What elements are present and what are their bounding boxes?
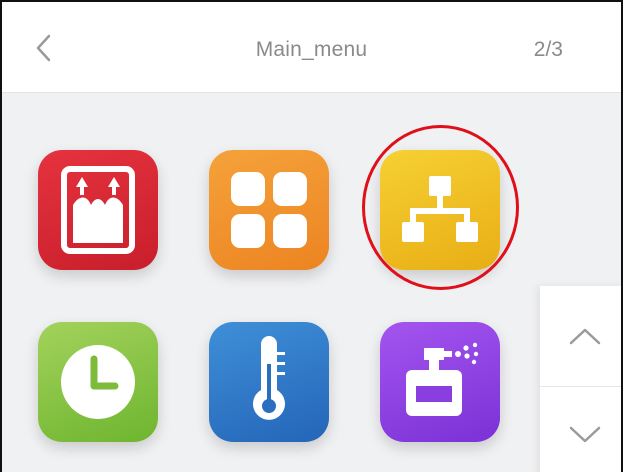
scroll-up-button[interactable] xyxy=(540,288,621,384)
scroll-panel xyxy=(540,286,621,472)
thermometer-icon xyxy=(253,336,285,420)
grid-app-tile[interactable] xyxy=(209,150,329,270)
elevator-app-tile[interactable] xyxy=(38,150,158,270)
page-title: Main_menu xyxy=(255,38,368,61)
network-app-tile[interactable] xyxy=(380,150,500,270)
scroll-down-button[interactable] xyxy=(540,386,621,472)
clock-app-tile[interactable] xyxy=(38,322,158,442)
fragrance-app-tile[interactable] xyxy=(380,322,500,442)
screen-frame: Main_menu 2/3 xyxy=(0,0,623,472)
chevron-up-icon xyxy=(569,328,601,345)
header-bar: Main_menu 2/3 xyxy=(2,2,621,93)
temperature-app-tile[interactable] xyxy=(209,322,329,442)
elevator-icon xyxy=(61,166,135,254)
clock-icon xyxy=(61,345,135,419)
grid-icon xyxy=(231,172,307,248)
fragrance-sprayer-icon xyxy=(406,342,479,416)
chevron-down-icon xyxy=(569,426,601,443)
network-icon xyxy=(402,176,478,242)
page-indicator: 2/3 xyxy=(533,38,563,61)
